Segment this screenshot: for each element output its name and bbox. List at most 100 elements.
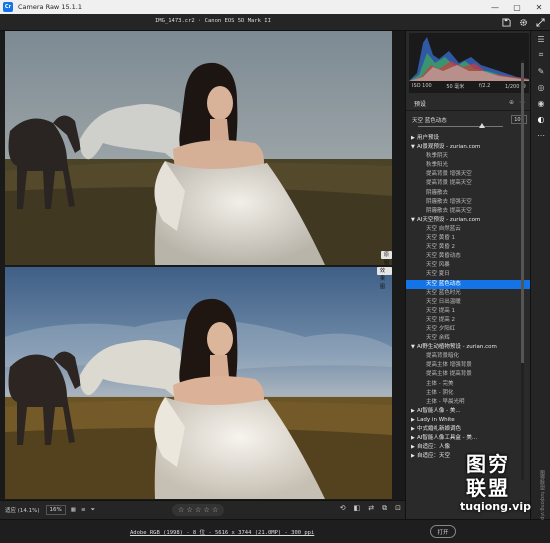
preset-item[interactable]: 秋季阴天 <box>406 152 531 161</box>
preset-item[interactable]: 主体 - 阴化 <box>406 389 531 398</box>
filter-icon[interactable]: ⏷ <box>91 507 95 514</box>
preset-item[interactable]: 主体 - 完美 <box>406 380 531 389</box>
camera-info: ISO 100 50 毫米 f/2.2 1/200 秒 <box>412 83 526 90</box>
preset-group-label: AI景观预设 - zurian.com <box>417 144 481 151</box>
filmstrip-icon[interactable]: ▦ <box>71 507 76 513</box>
gear-icon[interactable] <box>517 16 529 28</box>
preset-item[interactable]: 天空 黄昏 1 <box>406 234 531 243</box>
preset-group-label: AI智能人像工具盒 - 美... <box>417 435 478 442</box>
preset-group[interactable]: ▶ Lady in White <box>406 416 531 425</box>
new-preset-icon[interactable]: ⊕ <box>509 99 514 106</box>
preset-item[interactable]: 天空 自然蓝云 <box>406 225 531 234</box>
preset-group-label: Lady in White <box>417 416 455 423</box>
panel-scrollbar[interactable] <box>521 60 524 480</box>
preset-item[interactable]: 天空 风暴 <box>406 261 531 270</box>
preset-item[interactable]: 提高主体 提高背景 <box>406 370 531 379</box>
before-label: 原图 <box>381 251 392 265</box>
image-canvas[interactable]: 原图 效果图 <box>0 31 405 500</box>
preset-item[interactable]: 提高主体 增强背景 <box>406 361 531 370</box>
preset-item[interactable]: 阴霾散去 <box>406 189 531 198</box>
amount-slider-thumb[interactable] <box>478 123 485 128</box>
preset-group[interactable]: ▶ 自适应：人像 <box>406 443 531 452</box>
fit-zoom-label[interactable]: 适应 (14.1%) <box>5 506 40 514</box>
preset-item[interactable]: 天空 蓝色时光 <box>406 289 531 298</box>
preset-item[interactable]: 天空 蓝色动态 <box>406 279 531 289</box>
selected-preset-name: 天空 蓝色动态 <box>412 118 447 124</box>
copy-settings-icon[interactable]: ⧉ <box>382 504 387 513</box>
presets-panel: ISO 100 50 毫米 f/2.2 1/200 秒 预设 ⊕ ⋯ 天空 蓝色… <box>405 31 531 519</box>
amount-slider-track[interactable] <box>418 126 503 127</box>
preset-item[interactable]: 阴霾散去 增强天空 <box>406 198 531 207</box>
window-controls: — ▢ ✕ <box>484 0 550 14</box>
before-photo: 原图 <box>5 31 392 265</box>
preset-item[interactable]: 主体 - 早晨光明 <box>406 398 531 407</box>
save-icon[interactable] <box>500 16 512 28</box>
preset-item[interactable]: 提高背景 提高天空 <box>406 179 531 188</box>
aperture-value: f/2.2 <box>478 83 491 89</box>
preset-group[interactable]: ▶ 用户预设 <box>406 134 531 143</box>
top-toolbar: IMG_1473.cr2 · Canon EOS 5D Mark II <box>0 14 550 31</box>
preset-group-label: 中式婚礼新娘调色 <box>417 426 462 432</box>
close-button[interactable]: ✕ <box>528 0 550 14</box>
preset-item[interactable]: 阴霾散去 提高天空 <box>406 207 531 216</box>
before-after-icon[interactable]: ◧ <box>354 504 361 513</box>
zoom-select[interactable]: 16% <box>45 505 66 515</box>
watermark-line2: 联盟 <box>466 476 510 500</box>
watermark-line1: 图穷 <box>466 452 510 476</box>
iso-value: ISO 100 <box>412 83 432 89</box>
preset-amount-row: 天空 蓝色动态 100 <box>412 115 527 125</box>
preset-group[interactable]: ▼ AI野生动植物预设 - zurian.com <box>406 343 531 352</box>
amount-input[interactable]: 100 <box>511 115 527 124</box>
preset-group-label: 自适应：人像 <box>417 444 451 451</box>
preset-item[interactable]: 天空 夏日 <box>406 270 531 279</box>
preset-group[interactable]: ▼ AI景观预设 - zurian.com <box>406 143 531 152</box>
preset-group-label: AI野生动植物预设 - zurian.com <box>417 344 497 351</box>
sort-icon[interactable]: ≡ <box>81 507 86 513</box>
heal-icon[interactable]: ✎ <box>531 63 550 79</box>
minimize-button[interactable]: — <box>484 0 506 14</box>
file-info: IMG_1473.cr2 · Canon EOS 5D Mark II <box>155 18 271 24</box>
preset-group[interactable]: ▶ AI智能人像工具盒 - 美... <box>406 434 531 443</box>
tool-strip: ☰ ⌗ ✎ ◎ ◉ ◐ ⋯ <box>530 31 550 519</box>
watermark-url: tuqiong.vip <box>460 500 531 513</box>
preset-item[interactable]: 秋季阳光 <box>406 161 531 170</box>
edit-sliders-icon[interactable]: ☰ <box>531 31 550 47</box>
presets-icon[interactable]: ◐ <box>531 111 550 127</box>
preset-item[interactable]: 提高背景 增强天空 <box>406 170 531 179</box>
star-rating[interactable]: ☆ ☆ ☆ ☆ ☆ <box>172 504 225 516</box>
title-bar: Cr Camera Raw 15.1.1 — ▢ ✕ <box>0 0 550 14</box>
expand-icon[interactable] <box>534 16 546 28</box>
preset-group-label: 自适应：天空 <box>417 453 451 460</box>
window-title: Camera Raw 15.1.1 <box>18 3 82 11</box>
after-photo: 效果图 <box>5 267 392 499</box>
crop-icon[interactable]: ⌗ <box>531 47 550 63</box>
reset-icon[interactable]: ⊡ <box>395 504 401 513</box>
preset-item[interactable]: 天空 提高 1 <box>406 307 531 316</box>
preset-group[interactable]: ▶ 中式婚礼新娘调色 <box>406 425 531 434</box>
preset-item[interactable]: 天空 黄昏动态 <box>406 252 531 261</box>
preset-item[interactable]: 天空 日出温暖 <box>406 298 531 307</box>
preset-item[interactable]: 天空 夕阳红 <box>406 325 531 334</box>
more-icon[interactable]: ⋯ <box>531 127 550 143</box>
preset-group-label: AI天空预设 - zurian.com <box>417 216 481 223</box>
rotate-icon[interactable]: ⟲ <box>340 504 346 513</box>
preset-item[interactable]: 提高背景暗化 <box>406 352 531 361</box>
preset-group[interactable]: ▶ AI智能人像 - 美... <box>406 407 531 416</box>
preset-group-label: AI智能人像 - 美... <box>417 407 461 414</box>
preset-item[interactable]: 天空 余辉 <box>406 334 531 343</box>
preset-item[interactable]: 天空 黄昏 2 <box>406 243 531 252</box>
presets-header: 预设 ⊕ ⋯ <box>406 97 531 111</box>
panel-scrollbar-thumb[interactable] <box>521 63 524 363</box>
preset-item[interactable]: 天空 提高 2 <box>406 316 531 325</box>
preset-group[interactable]: ▼ AI天空预设 - zurian.com <box>406 216 531 225</box>
mask-icon[interactable]: ◎ <box>531 79 550 95</box>
maximize-button[interactable]: ▢ <box>506 0 528 14</box>
presets-title: 预设 <box>414 101 427 108</box>
workflow-options-link[interactable]: Adobe RGB (1998) - 8 位 - 5616 x 3744 (21… <box>130 528 314 536</box>
after-label: 效果图 <box>377 267 392 290</box>
swap-icon[interactable]: ⇄ <box>368 504 374 513</box>
camera-raw-app-icon: Cr <box>3 2 13 12</box>
bottom-toolbar: 适应 (14.1%) 16% ▦ ≡ ⏷ ☆ ☆ ☆ ☆ ☆ ⟲ ◧ ⇄ ⧉ ⊡ <box>0 500 405 519</box>
watermark: 图穷 联盟 tuqiong.vip <box>450 452 550 540</box>
redeye-icon[interactable]: ◉ <box>531 95 550 111</box>
